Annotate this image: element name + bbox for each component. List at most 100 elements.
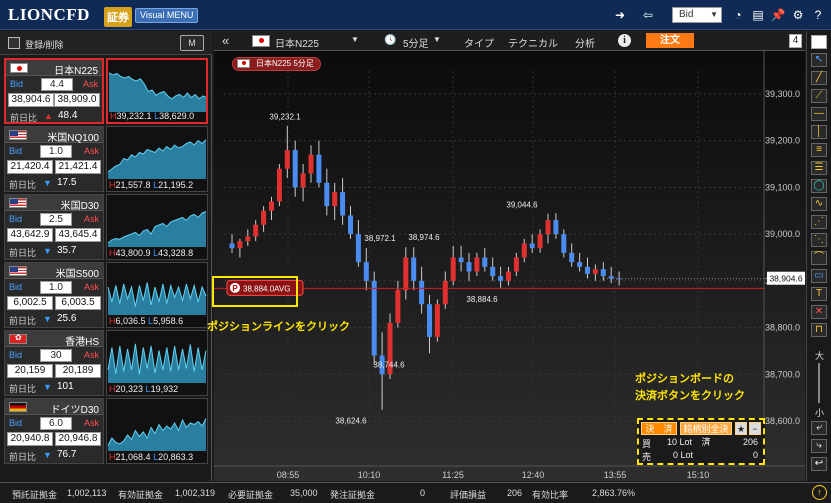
buy-lots: 10 Lot: [667, 437, 693, 447]
quote-panel[interactable]: 香港HS Bid 30 Ask 20,159 20,189 前日比 ▼ 101: [4, 330, 104, 396]
help-icon[interactable]: ?: [810, 7, 826, 23]
ask-price-button[interactable]: 38,909.0: [54, 93, 100, 107]
ask-price-button[interactable]: 21,421.4: [55, 160, 101, 174]
cursor-icon[interactable]: ↖: [811, 53, 827, 67]
candle-body: [513, 257, 519, 272]
arc-icon[interactable]: ⌒: [811, 251, 827, 265]
bid-price-button[interactable]: 43,642.9: [7, 228, 53, 242]
horizontal-line-icon[interactable]: —: [811, 107, 827, 121]
mini-chart[interactable]: H21,557.8 L21,195.2: [106, 126, 208, 192]
fibonacci-icon[interactable]: ☰: [811, 161, 827, 175]
ask-price-button[interactable]: 20,946.8: [55, 432, 101, 446]
mini-chart[interactable]: H21,068.4 L20,863.3: [106, 398, 208, 464]
bid-price-button[interactable]: 21,420.4: [7, 160, 53, 174]
delete-drawing-icon[interactable]: ✕: [811, 305, 827, 319]
time-tick-label: 15:10: [687, 470, 710, 480]
buy-label: 買: [642, 439, 652, 449]
candle-body: [348, 215, 353, 235]
fan-icon[interactable]: ⋰: [811, 215, 827, 229]
change-value: 48.4: [58, 110, 78, 121]
magnet-icon[interactable]: ⊓: [811, 323, 827, 337]
flag-icon: [9, 333, 27, 344]
quote-panel[interactable]: ドイツD30 Bid 6.0 Ask 20,940.8 20,946.8 前日比…: [4, 398, 104, 464]
quote-panel[interactable]: 日本N225 Bid 4.4 Ask 38,904.6 38,909.0 前日比…: [4, 58, 104, 124]
ask-label: Ask: [83, 418, 99, 428]
candle-body: [253, 224, 259, 237]
pin-icon[interactable]: 📌: [770, 7, 786, 23]
return-icon[interactable]: ↩: [811, 457, 827, 471]
mini-chart[interactable]: H39,232.1 L38,629.0: [106, 58, 208, 124]
vertical-line-icon[interactable]: │: [811, 125, 827, 139]
ellipse-icon[interactable]: ◯: [811, 179, 827, 193]
text-icon[interactable]: T: [811, 287, 827, 301]
star-icon[interactable]: ★: [735, 422, 747, 435]
minimize-icon[interactable]: −: [749, 422, 761, 435]
instrument-name-bar: 日本N225: [6, 60, 102, 77]
sell-position-row: 売 0 Lot 0: [642, 450, 760, 463]
channel-icon[interactable]: ≡: [811, 143, 827, 157]
mode-button[interactable]: M: [180, 35, 204, 51]
panel-count-icon[interactable]: [811, 35, 827, 49]
mini-chart[interactable]: H6,036.5 L5,958.6: [106, 262, 208, 328]
candle-body: [395, 290, 401, 323]
time-tick-label: 08:55: [277, 470, 300, 480]
settle-button[interactable]: 決 済: [641, 422, 677, 435]
instrument-card[interactable]: 香港HS Bid 30 Ask 20,159 20,189 前日比 ▼ 101 …: [4, 330, 208, 396]
ask-price-button[interactable]: 43,645.4: [55, 228, 101, 242]
quote-panel[interactable]: 米国S500 Bid 1.0 Ask 6,002.5 6,003.5 前日比 ▼…: [4, 262, 104, 328]
instrument-card[interactable]: 米国D30 Bid 2.5 Ask 43,642.9 43,645.4 前日比 …: [4, 194, 208, 260]
bid-label: Bid: [9, 146, 23, 156]
quote-panel[interactable]: 米国D30 Bid 2.5 Ask 43,642.9 43,645.4 前日比 …: [4, 194, 104, 260]
list-icon[interactable]: ▤: [750, 7, 766, 23]
ray-icon[interactable]: ⟋: [811, 89, 827, 103]
mini-chart[interactable]: H20,323 L19,932: [106, 330, 208, 396]
edit-list-icon[interactable]: [8, 37, 20, 49]
redo-icon[interactable]: ⤷: [811, 439, 827, 453]
gear-icon[interactable]: ⚙: [790, 7, 806, 23]
chart-panel: « 日本N225 ▼ 🕓 5分足 ▼ タイプ テクニカル 分析 i 注文 4 日…: [214, 31, 805, 481]
price-annotation: 38,972.1: [364, 234, 396, 243]
price-chart[interactable]: 39,300.039,200.039,100.039,000.038,900.0…: [214, 31, 805, 481]
bid-price-button[interactable]: 6,002.5: [7, 296, 53, 310]
ask-price-button[interactable]: 6,003.5: [55, 296, 101, 310]
price-annotation: 38,624.6: [335, 417, 367, 426]
scroll-up-icon[interactable]: ↑: [812, 485, 827, 500]
quote-panel[interactable]: 米国NQ100 Bid 1.0 Ask 21,420.4 21,421.4 前日…: [4, 126, 104, 192]
register-delete-button[interactable]: 登録/削除: [25, 38, 64, 51]
rectangle-icon[interactable]: ▭: [811, 269, 827, 283]
instrument-card[interactable]: 米国NQ100 Bid 1.0 Ask 21,420.4 21,421.4 前日…: [4, 126, 208, 192]
gann-icon[interactable]: ⋱: [811, 233, 827, 247]
logo-badge: 証券: [104, 7, 132, 27]
trendline-icon[interactable]: ╱: [811, 71, 827, 85]
logout-icon[interactable]: ➜: [612, 7, 628, 23]
mini-chart[interactable]: H43,800.9 L43,328.8: [106, 194, 208, 260]
settle-all-by-brand-button[interactable]: 銘柄別全決済: [680, 422, 732, 447]
instrument-card[interactable]: ドイツD30 Bid 6.0 Ask 20,940.8 20,946.8 前日比…: [4, 398, 208, 464]
price-tick-label: 39,200.0: [765, 136, 800, 146]
instrument-card[interactable]: 日本N225 Bid 4.4 Ask 38,904.6 38,909.0 前日比…: [4, 58, 208, 124]
bid-price-button[interactable]: 20,940.8: [7, 432, 53, 446]
zoom-slider[interactable]: [818, 363, 820, 403]
price-type-select[interactable]: Bid ▼: [672, 7, 722, 23]
visual-menu-button[interactable]: Visual MENU: [135, 8, 199, 23]
pie-chart-icon[interactable]: ◔: [730, 7, 746, 23]
login-icon[interactable]: ⇦: [640, 7, 656, 23]
candle-body: [269, 201, 274, 211]
ask-price-button[interactable]: 20,189: [55, 364, 101, 378]
candle-body: [229, 243, 235, 249]
instrument-card[interactable]: 米国S500 Bid 1.0 Ask 6,002.5 6,003.5 前日比 ▼…: [4, 262, 208, 328]
candle-body: [569, 252, 575, 263]
status-value: 1,002,319: [175, 488, 216, 498]
reset-icon[interactable]: ⤶: [811, 421, 827, 435]
bid-price-button[interactable]: 38,904.6: [8, 93, 54, 107]
candle-body: [466, 262, 472, 272]
instrument-name-bar: 米国D30: [5, 195, 103, 212]
spread-value: 30: [40, 349, 72, 362]
sparkline-area: [109, 72, 206, 112]
register-bar: 登録/削除 M: [0, 31, 212, 55]
candle-body: [585, 266, 590, 274]
bid-price-button[interactable]: 20,159: [7, 364, 53, 378]
change-value: 101: [57, 381, 74, 392]
wave-icon[interactable]: ∿: [811, 197, 827, 211]
candle-body: [458, 257, 464, 263]
